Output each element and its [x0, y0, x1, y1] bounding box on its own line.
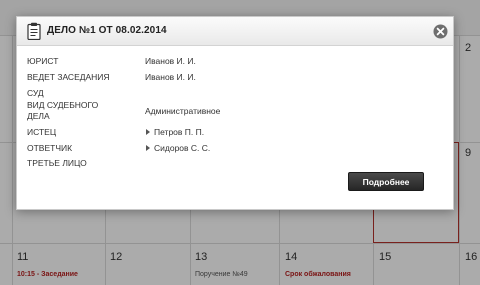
plaintiff-link[interactable]: Петров П. П. [154, 127, 204, 137]
dialog-header: ДЕЛО №1 ОТ 08.02.2014 [17, 17, 453, 46]
plaintiff-label: ИСТЕЦ [27, 127, 57, 137]
arrow-right-icon [146, 129, 150, 135]
more-details-button[interactable]: Подробнее [348, 172, 424, 191]
hearing-label: ВЕДЕТ ЗАСЕДАНИЯ [27, 72, 110, 82]
third-party-label: ТРЕТЬЕ ЛИЦО [27, 158, 87, 168]
case-details-dialog: ДЕЛО №1 ОТ 08.02.2014 ЮРИСТ ВЕДЕТ ЗАСЕДА… [16, 16, 454, 210]
case-type-value: Административное [145, 106, 221, 116]
defendant-link[interactable]: Сидоров С. С. [154, 143, 210, 153]
lawyer-value: Иванов И. И. [145, 56, 196, 66]
case-type-label-cont: ДЕЛА [27, 111, 50, 121]
defendant-label: ОТВЕТЧИК [27, 143, 73, 153]
case-type-label: ВИД СУДЕБНОГО [27, 100, 99, 110]
clipboard-icon [27, 22, 41, 40]
arrow-right-icon [146, 145, 150, 151]
close-icon[interactable] [433, 24, 448, 39]
court-label: СУД [27, 88, 44, 98]
dialog-title: ДЕЛО №1 ОТ 08.02.2014 [47, 25, 167, 36]
hearing-value: Иванов И. И. [145, 72, 196, 82]
lawyer-label: ЮРИСТ [27, 56, 59, 66]
